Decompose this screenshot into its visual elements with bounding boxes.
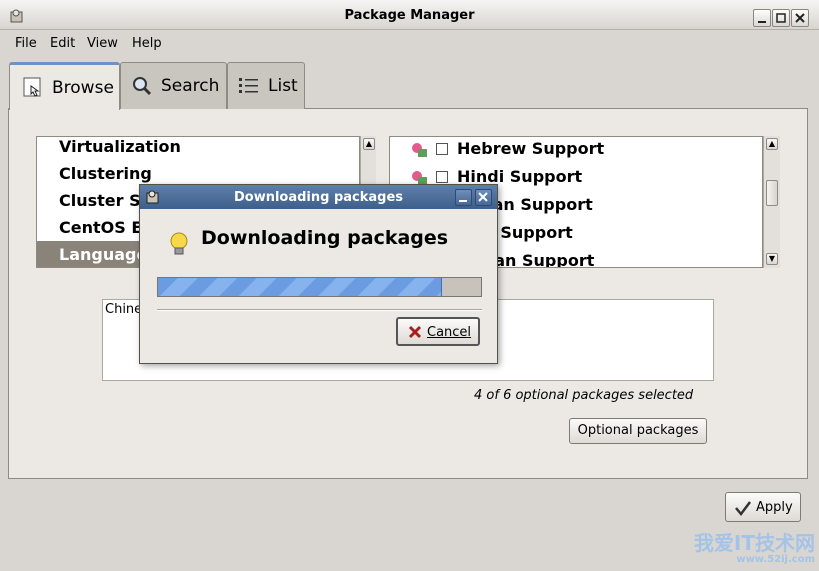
list-item[interactable]: CentOS E (59, 218, 142, 237)
progress-fill (158, 278, 443, 296)
minimize-icon (459, 200, 467, 202)
minimize-icon (758, 21, 766, 23)
package-checkbox[interactable] (436, 171, 448, 183)
maximize-button[interactable] (772, 9, 790, 27)
selection-status: 4 of 6 optional packages selected (474, 388, 694, 403)
dialog-heading: Downloading packages (201, 227, 449, 249)
window-titlebar: Package Manager (0, 0, 819, 30)
tab-search[interactable]: Search (120, 62, 227, 109)
menu-help[interactable]: Help (132, 36, 162, 51)
scroll-up-arrow-icon[interactable]: ▲ (363, 138, 375, 150)
tab-browse[interactable]: Browse (9, 62, 120, 110)
menu-file[interactable]: File (15, 36, 37, 51)
menu-view[interactable]: View (87, 36, 118, 51)
watermark: 我爱IT技术网 www.52ij.com (694, 532, 815, 565)
package-scrollbar[interactable]: ▲ ▼ (763, 136, 780, 268)
scroll-down-arrow-icon[interactable]: ▼ (766, 253, 778, 265)
download-progress-bar (157, 277, 482, 297)
download-dialog: Downloading packages Downloading package… (139, 184, 498, 364)
package-checkbox[interactable] (436, 143, 448, 155)
cancel-icon (408, 325, 422, 339)
dialog-minimize-button[interactable] (455, 189, 472, 206)
list-icon (239, 78, 258, 93)
checkmark-icon (735, 501, 751, 517)
close-window-button[interactable] (791, 9, 809, 27)
close-icon (795, 13, 805, 23)
scroll-up-arrow-icon[interactable]: ▲ (766, 138, 778, 150)
watermark-title: 我爱IT技术网 (693, 531, 815, 555)
minimize-button[interactable] (753, 9, 771, 27)
package-icon (412, 143, 427, 157)
dialog-separator (157, 309, 482, 311)
cancel-label: Cancel (427, 325, 472, 340)
apply-label: Apply (756, 500, 793, 515)
tab-browse-label: Browse (52, 78, 114, 98)
list-item[interactable]: Clustering (59, 164, 152, 183)
package-label: Hebrew Support (457, 139, 605, 158)
tab-list-label: List (268, 76, 298, 96)
dialog-close-button[interactable] (475, 189, 492, 206)
list-item-selected: Language (59, 245, 148, 264)
optional-packages-button[interactable]: Optional packages (569, 418, 707, 444)
scroll-thumb[interactable] (766, 180, 778, 206)
list-item[interactable]: Virtualization (59, 137, 181, 156)
menu-bar (0, 31, 819, 57)
close-icon (478, 192, 488, 202)
description-text: Chine (105, 302, 143, 317)
browse-icon (23, 77, 41, 97)
lightbulb-icon (170, 232, 188, 255)
maximize-icon (776, 13, 786, 23)
list-item[interactable]: Cluster S (59, 191, 141, 210)
tab-list[interactable]: List (227, 62, 305, 109)
apply-button[interactable]: Apply (725, 492, 801, 522)
menu-edit[interactable]: Edit (50, 36, 75, 51)
dialog-titlebar: Downloading packages (140, 185, 497, 209)
cancel-button[interactable]: Cancel (396, 317, 480, 346)
search-icon (133, 77, 152, 96)
window-title: Package Manager (344, 8, 475, 23)
dialog-title: Downloading packages (233, 190, 404, 205)
tab-search-label: Search (161, 76, 220, 96)
watermark-url: www.52ij.com (736, 554, 815, 565)
